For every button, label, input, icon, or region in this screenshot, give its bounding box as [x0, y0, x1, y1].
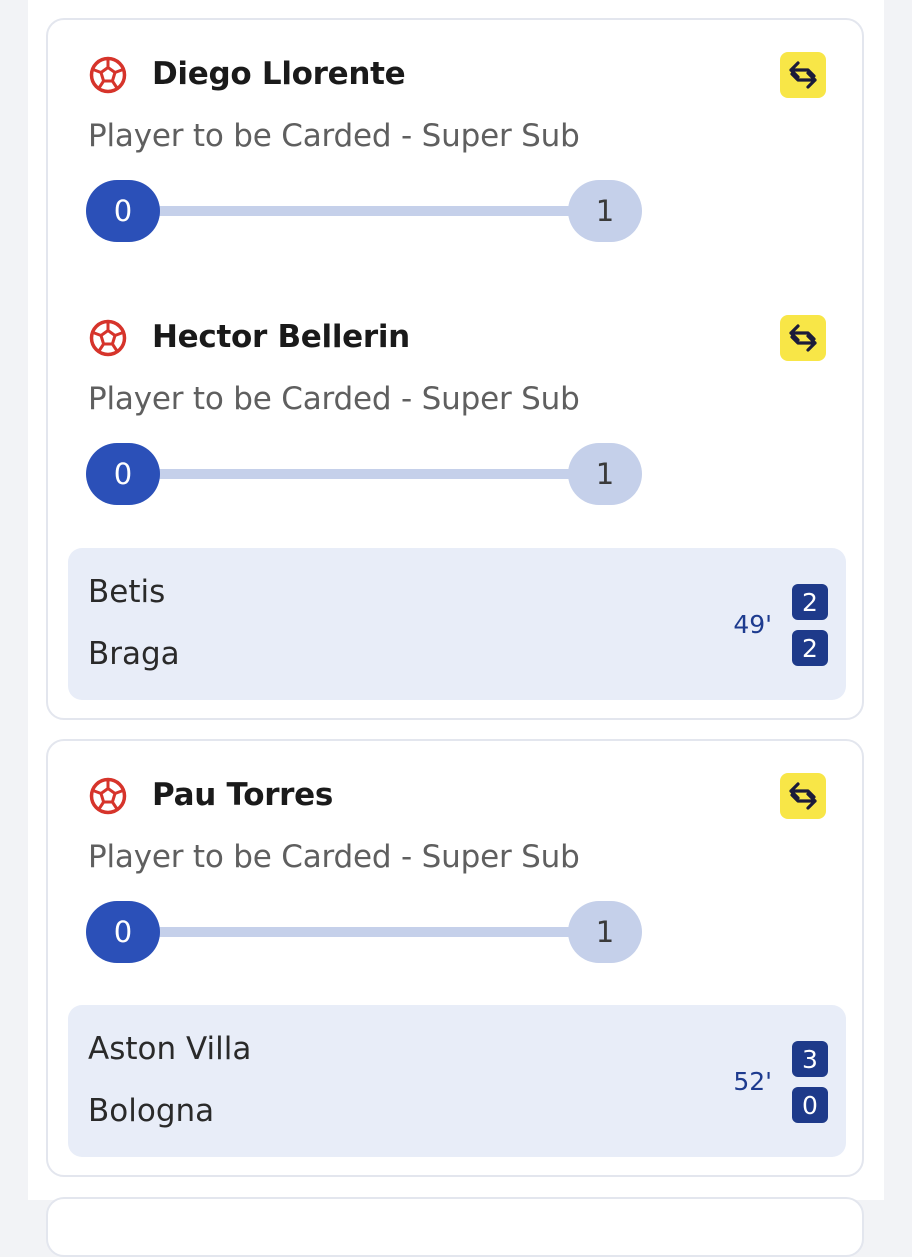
bet-leg: Pau Torres Player to be Carded - Super S…: [48, 741, 862, 981]
away-team: Braga: [88, 636, 180, 672]
progress-current: 0: [86, 901, 160, 963]
match-minute: 52': [733, 1067, 772, 1096]
swap-button[interactable]: [780, 52, 826, 98]
home-team: Betis: [88, 574, 166, 610]
progress-track: [146, 206, 582, 216]
progress-tracker: 0 1: [86, 443, 642, 505]
football-icon: [89, 777, 127, 815]
bet-card-partial: [46, 1197, 864, 1257]
player-name: Pau Torres: [152, 777, 334, 813]
swap-button[interactable]: [780, 315, 826, 361]
match-minute: 49': [733, 610, 772, 639]
progress-current: 0: [86, 180, 160, 242]
swap-arrows-icon: [789, 782, 817, 810]
progress-tracker: 0 1: [86, 901, 642, 963]
progress-track: [146, 469, 582, 479]
player-name: Hector Bellerin: [152, 319, 410, 355]
swap-button[interactable]: [780, 773, 826, 819]
swap-arrows-icon: [789, 61, 817, 89]
home-team: Aston Villa: [88, 1031, 252, 1067]
away-score-badge: 2: [792, 630, 828, 666]
match-scoreboard[interactable]: Aston Villa Bologna 52' 3 0: [68, 1005, 846, 1157]
bet-leg: Diego Llorente Player to be Carded - Sup…: [48, 20, 862, 260]
market-label: Player to be Carded - Super Sub: [88, 381, 580, 417]
football-icon: [89, 319, 127, 357]
player-name: Diego Llorente: [152, 56, 406, 92]
progress-track: [146, 927, 582, 937]
away-team: Bologna: [88, 1093, 215, 1129]
market-label: Player to be Carded - Super Sub: [88, 839, 580, 875]
progress-tracker: 0 1: [86, 180, 642, 242]
bet-card: Pau Torres Player to be Carded - Super S…: [46, 739, 864, 1177]
match-scoreboard[interactable]: Betis Braga 49' 2 2: [68, 548, 846, 700]
swap-arrows-icon: [789, 324, 817, 352]
bet-list: Diego Llorente Player to be Carded - Sup…: [28, 0, 884, 1257]
progress-target: 1: [568, 901, 642, 963]
away-score-badge: 0: [792, 1087, 828, 1123]
home-score-badge: 2: [792, 584, 828, 620]
bet-leg: Hector Bellerin Player to be Carded - Su…: [48, 283, 862, 523]
progress-target: 1: [568, 443, 642, 505]
home-score-badge: 3: [792, 1041, 828, 1077]
football-icon: [89, 56, 127, 94]
progress-target: 1: [568, 180, 642, 242]
bet-card: Diego Llorente Player to be Carded - Sup…: [46, 18, 864, 720]
progress-current: 0: [86, 443, 160, 505]
market-label: Player to be Carded - Super Sub: [88, 118, 580, 154]
